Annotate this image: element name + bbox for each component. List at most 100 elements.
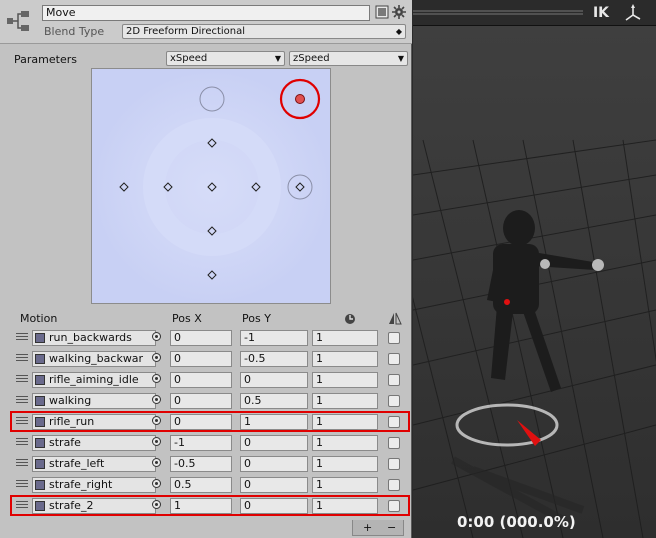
playback-time-label: 0:00 (000.0%) xyxy=(457,513,576,531)
clip-name: walking_backwar xyxy=(49,352,144,365)
pos-x-field[interactable]: -1 xyxy=(170,435,232,451)
object-picker-icon[interactable] xyxy=(152,416,161,425)
clip-field[interactable]: strafe_right xyxy=(32,477,156,493)
pivot-axis-icon[interactable] xyxy=(621,3,645,23)
animation-clip-icon xyxy=(35,501,45,511)
speed-field[interactable]: 1 xyxy=(312,414,378,430)
object-picker-icon[interactable] xyxy=(152,395,161,404)
mirror-checkbox[interactable] xyxy=(388,374,400,386)
pos-y-column-header: Pos Y xyxy=(242,312,271,325)
drag-handle-icon[interactable] xyxy=(16,375,28,382)
pos-y-field[interactable]: 0 xyxy=(240,477,308,493)
speed-field[interactable]: 1 xyxy=(312,456,378,472)
object-picker-icon[interactable] xyxy=(152,353,161,362)
mirror-checkbox[interactable] xyxy=(388,332,400,344)
drag-handle-icon[interactable] xyxy=(16,438,28,445)
object-picker-icon[interactable] xyxy=(152,458,161,467)
drag-handle-icon[interactable] xyxy=(16,396,28,403)
clip-field[interactable]: strafe_2 xyxy=(32,498,156,514)
clip-field[interactable]: walking_backwar xyxy=(32,351,156,367)
mirror-checkbox[interactable] xyxy=(388,437,400,449)
pos-y-field[interactable]: 1 xyxy=(240,414,308,430)
mirror-checkbox[interactable] xyxy=(388,416,400,428)
blend-point-active-marker xyxy=(295,94,305,104)
blend-type-dropdown[interactable]: 2D Freeform Directional ◆ xyxy=(122,24,406,39)
pos-x-field[interactable]: 0 xyxy=(170,330,232,346)
pos-x-field[interactable]: 0 xyxy=(170,393,232,409)
mirror-checkbox[interactable] xyxy=(388,353,400,365)
clip-field[interactable]: walking xyxy=(32,393,156,409)
clip-field[interactable]: run_backwards xyxy=(32,330,156,346)
motion-row[interactable]: rifle_run 0 1 1 xyxy=(14,411,406,432)
drag-handle-icon[interactable] xyxy=(16,480,28,487)
blend-space-plot[interactable] xyxy=(92,69,331,304)
y-parameter-value: zSpeed xyxy=(293,53,330,64)
mirror-checkbox[interactable] xyxy=(388,395,400,407)
preview-viewport[interactable] xyxy=(413,0,656,538)
motion-row[interactable]: run_backwards 0 -1 1 xyxy=(14,327,406,348)
motion-row[interactable]: strafe_right 0.5 0 1 xyxy=(14,474,406,495)
scene-preview[interactable]: IK 0:00 (000.0%) xyxy=(413,0,656,538)
animation-clip-icon xyxy=(35,354,45,364)
pos-x-field[interactable]: -0.5 xyxy=(170,456,232,472)
clip-field[interactable]: strafe xyxy=(32,435,156,451)
blend-space-graph[interactable] xyxy=(91,68,331,304)
pos-y-field[interactable]: 0 xyxy=(240,456,308,472)
drag-handle-icon[interactable] xyxy=(16,333,28,340)
pos-y-field[interactable]: 0 xyxy=(240,372,308,388)
pos-x-field[interactable]: 0.5 xyxy=(170,477,232,493)
mirror-checkbox[interactable] xyxy=(388,479,400,491)
drag-handle-icon[interactable] xyxy=(16,501,28,508)
parameters-label: Parameters xyxy=(14,53,77,66)
pos-y-field[interactable]: 0.5 xyxy=(240,393,308,409)
motion-row[interactable]: walking 0 0.5 1 xyxy=(14,390,406,411)
clip-field[interactable]: strafe_left xyxy=(32,456,156,472)
reference-icon[interactable] xyxy=(375,5,389,19)
name-field[interactable]: Move xyxy=(42,5,370,21)
object-picker-icon[interactable] xyxy=(152,479,161,488)
motion-row[interactable]: strafe_2 1 0 1 xyxy=(14,495,406,516)
motion-row[interactable]: rifle_aiming_idle 0 0 1 xyxy=(14,369,406,390)
speed-field[interactable]: 1 xyxy=(312,372,378,388)
pos-x-field[interactable]: 0 xyxy=(170,372,232,388)
motion-row[interactable]: strafe -1 0 1 xyxy=(14,432,406,453)
speed-field[interactable]: 1 xyxy=(312,477,378,493)
remove-motion-button[interactable]: − xyxy=(387,521,396,534)
drag-handle-icon[interactable] xyxy=(16,459,28,466)
pos-y-field[interactable]: -1 xyxy=(240,330,308,346)
motion-row[interactable]: walking_backwar 0 -0.5 1 xyxy=(14,348,406,369)
x-parameter-dropdown[interactable]: xSpeed ▼ xyxy=(166,51,285,66)
clip-name: rifle_run xyxy=(49,415,95,428)
timeline-slider[interactable] xyxy=(413,8,583,18)
blend-type-value: 2D Freeform Directional xyxy=(126,26,246,37)
gear-icon[interactable] xyxy=(392,5,406,19)
add-motion-button[interactable]: + xyxy=(363,521,372,534)
mirror-icon xyxy=(389,312,402,325)
ik-toggle-button[interactable]: IK xyxy=(589,3,613,23)
speed-field[interactable]: 1 xyxy=(312,498,378,514)
clip-field[interactable]: rifle_run xyxy=(32,414,156,430)
mirror-checkbox[interactable] xyxy=(388,500,400,512)
pos-x-field[interactable]: 0 xyxy=(170,414,232,430)
speed-field[interactable]: 1 xyxy=(312,393,378,409)
speed-field[interactable]: 1 xyxy=(312,330,378,346)
pos-x-field[interactable]: 1 xyxy=(170,498,232,514)
pos-y-field[interactable]: 0 xyxy=(240,435,308,451)
speed-field[interactable]: 1 xyxy=(312,351,378,367)
object-picker-icon[interactable] xyxy=(152,332,161,341)
clip-field[interactable]: rifle_aiming_idle xyxy=(32,372,156,388)
pos-x-field[interactable]: 0 xyxy=(170,351,232,367)
speed-field[interactable]: 1 xyxy=(312,435,378,451)
drag-handle-icon[interactable] xyxy=(16,417,28,424)
object-picker-icon[interactable] xyxy=(152,437,161,446)
clip-name: strafe_left xyxy=(49,457,105,470)
pos-y-field[interactable]: 0 xyxy=(240,498,308,514)
mirror-checkbox[interactable] xyxy=(388,458,400,470)
preview-toolbar: IK xyxy=(413,0,656,26)
object-picker-icon[interactable] xyxy=(152,374,161,383)
pos-y-field[interactable]: -0.5 xyxy=(240,351,308,367)
motion-row[interactable]: strafe_left -0.5 0 1 xyxy=(14,453,406,474)
object-picker-icon[interactable] xyxy=(152,500,161,509)
drag-handle-icon[interactable] xyxy=(16,354,28,361)
y-parameter-dropdown[interactable]: zSpeed ▼ xyxy=(289,51,408,66)
